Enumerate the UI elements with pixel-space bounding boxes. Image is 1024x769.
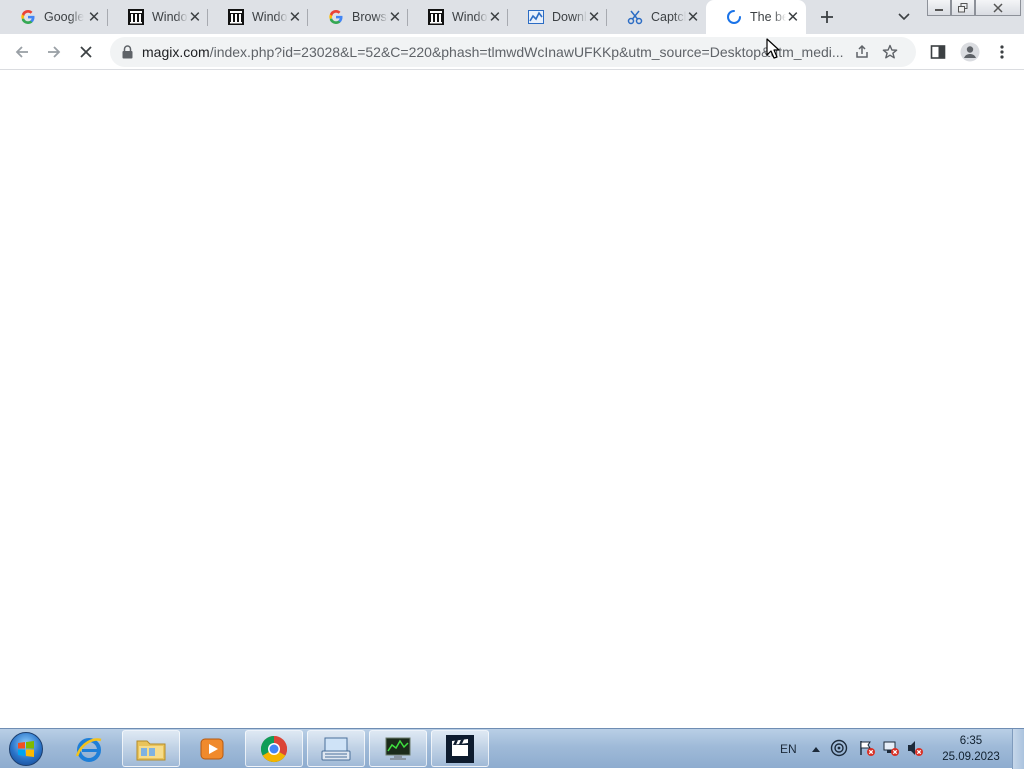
tray-icons [810, 729, 924, 769]
window-controls [927, 0, 1021, 18]
taskbar-video-app[interactable] [431, 730, 489, 767]
share-icon [856, 44, 868, 58]
monitor-graph-icon [385, 737, 411, 760]
archive-building-icon [428, 9, 444, 25]
scissor-logo-icon [627, 9, 643, 25]
chrome-icon [260, 735, 288, 762]
tab-title: Windows [452, 10, 488, 24]
arrow-right-icon [48, 46, 61, 58]
internet-explorer-icon [75, 737, 102, 762]
tab-windows-3[interactable]: Windows ✕ [408, 0, 508, 34]
chevron-down-icon [898, 13, 910, 21]
taskbar-task-manager[interactable] [369, 730, 427, 767]
sync-status-icon[interactable] [830, 739, 848, 760]
tab-browser[interactable]: Browser ✕ [308, 0, 408, 34]
system-tray: EN [780, 729, 797, 769]
chevron-up-icon [812, 747, 820, 752]
back-button[interactable] [10, 40, 34, 64]
taskbar-onscreen-keyboard[interactable] [307, 730, 365, 767]
minimize-button[interactable] [927, 0, 951, 16]
minimize-icon [935, 8, 943, 11]
archive-building-icon [228, 9, 244, 25]
forward-button[interactable] [42, 40, 66, 64]
new-tab-button[interactable] [816, 6, 838, 28]
clock-date: 25.09.2023 [942, 751, 1000, 763]
profile-button[interactable] [958, 40, 982, 64]
close-icon [993, 2, 1003, 13]
tab-title: Windows [152, 10, 188, 24]
stop-x-icon [80, 46, 92, 58]
kebab-menu-icon [1000, 45, 1004, 59]
keyboard-icon [321, 737, 351, 760]
tab-title: The best [750, 10, 786, 24]
bookmark-button[interactable] [876, 40, 904, 64]
tab-windows-2[interactable]: Windows ✕ [208, 0, 308, 34]
archive-building-icon [128, 9, 144, 25]
action-center-flag-icon[interactable] [858, 739, 876, 760]
windows-logo-icon [9, 732, 43, 766]
close-icon[interactable]: ✕ [188, 9, 202, 25]
mouse-cursor-icon [766, 38, 780, 59]
close-icon[interactable]: ✕ [86, 9, 102, 25]
google-g-icon [328, 9, 344, 25]
browser-toolbar: magix.com/index.php?id=23028&L=52&C=220&… [0, 34, 1024, 70]
clapperboard-icon [446, 734, 474, 763]
tab-title: Browser [352, 10, 388, 24]
tab-the-best[interactable]: The best ✕ [706, 0, 806, 34]
address-bar[interactable]: magix.com/index.php?id=23028&L=52&C=220&… [110, 37, 916, 67]
share-button[interactable] [848, 40, 876, 64]
show-hidden-icons-button[interactable] [810, 746, 822, 752]
avatar-icon [960, 42, 980, 62]
taskbar-file-explorer[interactable] [122, 730, 180, 767]
restore-icon [958, 2, 968, 12]
folder-icon [136, 740, 166, 760]
taskbar-chrome[interactable] [245, 730, 303, 767]
show-desktop-button[interactable] [1012, 729, 1024, 769]
side-panel-button[interactable] [926, 40, 950, 64]
tab-strip: Google ✕ Windows ✕ Windows ✕ Browser ✕ W… [0, 0, 1024, 34]
side-panel-icon [930, 45, 946, 59]
language-indicator[interactable]: EN [780, 742, 797, 756]
close-icon[interactable]: ✕ [786, 9, 800, 25]
url-text[interactable]: magix.com/index.php?id=23028&L=52&C=220&… [142, 44, 848, 60]
chart-page-icon [528, 9, 544, 25]
close-icon[interactable]: ✕ [587, 9, 601, 25]
close-window-button[interactable] [975, 0, 1021, 16]
taskbar-media-player[interactable] [183, 730, 241, 767]
start-button[interactable] [4, 729, 48, 769]
tab-title: Google [44, 10, 84, 24]
volume-muted-icon[interactable] [906, 739, 924, 760]
media-player-icon [200, 738, 224, 759]
network-status-icon[interactable] [882, 739, 900, 760]
close-icon[interactable]: ✕ [288, 9, 302, 25]
url-path: /index.php?id=23028&L=52&C=220&phash=tlm… [209, 44, 844, 60]
lock-icon[interactable] [120, 44, 134, 60]
windows-taskbar: EN 6:35 25.09.2023 [0, 728, 1024, 769]
tab-title: Captcha [651, 10, 686, 24]
page-content-area[interactable] [0, 70, 1024, 728]
taskbar-internet-explorer[interactable] [60, 730, 118, 767]
tab-download[interactable]: Download ✕ [508, 0, 607, 34]
google-g-icon [20, 9, 36, 25]
tab-title: Download [552, 10, 587, 24]
tab-google[interactable]: Google ✕ [0, 0, 108, 34]
close-icon[interactable]: ✕ [488, 9, 502, 25]
url-host: magix.com [142, 44, 210, 60]
tab-windows-1[interactable]: Windows ✕ [108, 0, 208, 34]
menu-button[interactable] [990, 40, 1014, 64]
clock-time: 6:35 [959, 735, 983, 747]
tab-search-button[interactable] [895, 9, 913, 25]
stop-loading-button[interactable] [74, 40, 98, 64]
tab-title: Windows [252, 10, 288, 24]
close-icon[interactable]: ✕ [388, 9, 402, 25]
arrow-left-icon [15, 46, 28, 58]
restore-button[interactable] [951, 0, 975, 16]
tab-captcha[interactable]: Captcha ✕ [607, 0, 706, 34]
close-icon[interactable]: ✕ [686, 9, 700, 25]
plus-icon [821, 11, 833, 23]
taskbar-clock[interactable]: 6:35 25.09.2023 [936, 733, 1006, 765]
star-icon [882, 44, 898, 59]
loading-spinner-icon [726, 9, 742, 25]
